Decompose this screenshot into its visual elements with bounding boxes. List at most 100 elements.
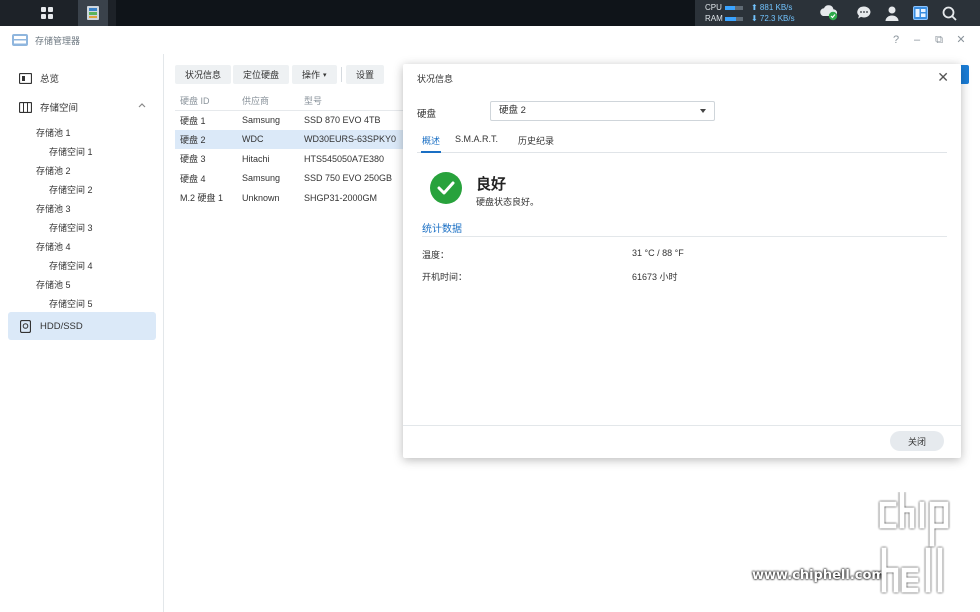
hdd-icon	[18, 319, 32, 333]
statistics-section-title: 统计数据	[422, 224, 462, 235]
cloud-check-icon	[820, 5, 838, 21]
tab-smart[interactable]: S.M.A.R.T.	[455, 134, 498, 144]
table-cell: Unknown	[242, 192, 280, 203]
caret-down-icon	[700, 109, 706, 113]
column-header-model[interactable]: 型号	[299, 91, 405, 111]
resource-monitor-widget[interactable]: CPU ⬆ 881 KB/s RAM ⬇ 72.3 KB/s	[705, 2, 805, 24]
table-row[interactable]: 硬盘 3 Hitachi HTS545050A7E380	[175, 149, 405, 169]
sidebar-item-hdd-ssd[interactable]: HDD/SSD	[8, 312, 156, 340]
user-button[interactable]	[882, 3, 902, 23]
disk-select-value: 硬盘 2	[499, 105, 526, 116]
dialog-title: 状况信息	[417, 74, 454, 84]
table-row[interactable]: 硬盘 1 Samsung SSD 870 EVO 4TB	[175, 110, 405, 130]
disk-label: 硬盘	[417, 109, 437, 120]
cpu-usage-fill	[725, 5, 735, 10]
sidebar-volume-2[interactable]: 存储空间 2	[49, 183, 93, 196]
sidebar-pool-2[interactable]: 存储池 2	[36, 164, 71, 177]
messages-button[interactable]	[854, 3, 874, 23]
help-icon[interactable]: ?	[889, 33, 903, 47]
table-cell: Samsung	[242, 115, 281, 125]
status-info-button[interactable]: 状况信息	[175, 65, 232, 84]
search-button[interactable]	[939, 3, 959, 23]
sidebar-item-overview[interactable]: 总览	[8, 65, 156, 91]
table-cell: SHGP31-2000GM	[304, 192, 378, 203]
settings-button[interactable]: 设置	[346, 65, 385, 84]
chat-icon	[857, 6, 871, 19]
sidebar-volume-5[interactable]: 存储空间 5	[49, 297, 93, 310]
table-cell: Samsung	[242, 173, 281, 184]
temperature-value: 31 °C / 88 °F	[632, 248, 684, 258]
tab-overview[interactable]: 概述	[422, 134, 440, 147]
widgets-icon	[912, 6, 928, 20]
column-header-vendor[interactable]: 供应商	[237, 91, 299, 111]
actions-label: 操作	[302, 70, 321, 80]
table-cell: SSD 870 EVO 4TB	[304, 115, 381, 125]
window-titlebar[interactable]: 存储管理器 ? – ⧉ ✕	[0, 26, 980, 54]
table-cell: WD30EURS-63SPKY0	[299, 129, 405, 149]
ram-label: RAM	[705, 14, 723, 23]
table-row[interactable]: 硬盘 2 WDC WD30EURS-63SPKY0	[175, 129, 405, 149]
storage-manager-app-icon	[12, 34, 28, 46]
caret-down-icon: ▾	[323, 71, 327, 79]
sidebar-pool-4[interactable]: 存储池 4	[36, 240, 71, 253]
sidebar: 总览 存储空间 存储池 1 存储空间 1 存储池 2 存储空间 2 存储池 3 …	[0, 54, 164, 612]
uptime-value: 61673 小时	[632, 272, 678, 282]
table-row[interactable]: 硬盘 4 Samsung SSD 750 EVO 250GB	[175, 169, 405, 189]
table-cell: 硬盘 4	[180, 173, 206, 184]
table-cell: 硬盘 1	[180, 115, 206, 126]
main-menu-button[interactable]	[32, 0, 62, 26]
actions-dropdown-button[interactable]: 操作 ▾	[292, 65, 337, 84]
table-cell: HTS545050A7E380	[304, 153, 385, 164]
status-info-dialog: 状况信息 ✕ 硬盘 硬盘 2 概述 S.M.A.R.T. 历史纪录 良好 硬盘状…	[403, 64, 961, 458]
disk-select[interactable]: 硬盘 2	[490, 101, 715, 121]
chevron-up-icon[interactable]	[138, 102, 146, 108]
sidebar-volume-1[interactable]: 存储空间 1	[49, 145, 93, 158]
restore-icon[interactable]: ⧉	[932, 33, 946, 47]
temperature-label: 温度：	[422, 250, 450, 260]
sidebar-volume-3[interactable]: 存储空间 3	[49, 221, 93, 234]
table-cell: Hitachi	[242, 153, 270, 164]
widgets-button[interactable]	[910, 3, 930, 23]
health-status-description: 硬盘状态良好。	[476, 197, 540, 207]
download-speed: ⬇ 72.3 KB/s	[751, 14, 795, 23]
storage-icon	[18, 100, 32, 114]
ram-usage-bar	[725, 16, 743, 21]
taskbar: CPU ⬆ 881 KB/s RAM ⬇ 72.3 KB/s	[0, 0, 980, 26]
cpu-label: CPU	[705, 3, 722, 12]
sidebar-pool-3[interactable]: 存储池 3	[36, 202, 71, 215]
active-tab-indicator	[421, 151, 441, 153]
table-row[interactable]: M.2 硬盘 1 Unknown SHGP31-2000GM	[175, 188, 405, 208]
column-header-disk-id[interactable]: 硬盘 ID	[175, 91, 237, 111]
close-window-icon[interactable]: ✕	[954, 33, 968, 47]
minimize-icon[interactable]: –	[910, 33, 924, 47]
grid-icon	[41, 7, 53, 19]
watermark-url: www.chiphell.com	[752, 568, 885, 583]
tab-history[interactable]: 历史纪录	[518, 134, 554, 147]
sidebar-pool-5[interactable]: 存储池 5	[36, 278, 71, 291]
uptime-label: 开机时间：	[422, 272, 468, 282]
storage-manager-taskbar-button[interactable]	[78, 0, 108, 26]
locate-disk-button[interactable]: 定位硬盘	[233, 65, 290, 84]
cloud-sync-button[interactable]	[819, 3, 839, 23]
storage-manager-icon	[87, 6, 99, 20]
table-cell: 硬盘 2	[175, 129, 237, 149]
toolbar-divider	[341, 67, 342, 82]
upload-speed: ⬆ 881 KB/s	[751, 3, 793, 12]
sidebar-pool-1[interactable]: 存储池 1	[36, 126, 71, 139]
table-cell: SSD 750 EVO 250GB	[304, 173, 393, 184]
table-cell: 硬盘 3	[180, 154, 206, 165]
close-icon[interactable]: ✕	[937, 69, 949, 86]
sidebar-volume-4[interactable]: 存储空间 4	[49, 259, 93, 272]
search-icon	[942, 6, 957, 21]
sidebar-item-label: HDD/SSD	[40, 320, 83, 332]
sidebar-item-storage[interactable]: 存储空间	[8, 94, 156, 120]
close-button[interactable]: 关闭	[890, 431, 944, 451]
sidebar-item-label: 总览	[40, 74, 60, 85]
dialog-footer-divider	[403, 425, 961, 426]
table-header-row: 硬盘 ID 供应商 型号	[175, 91, 405, 111]
disk-table: 硬盘 ID 供应商 型号 硬盘 1 Samsung SSD 870 EVO 4T…	[175, 91, 405, 208]
check-circle-icon	[430, 172, 462, 204]
chiphell-watermark-logo	[879, 492, 949, 593]
table-cell: WDC	[237, 129, 299, 149]
ram-usage-fill	[725, 16, 736, 21]
